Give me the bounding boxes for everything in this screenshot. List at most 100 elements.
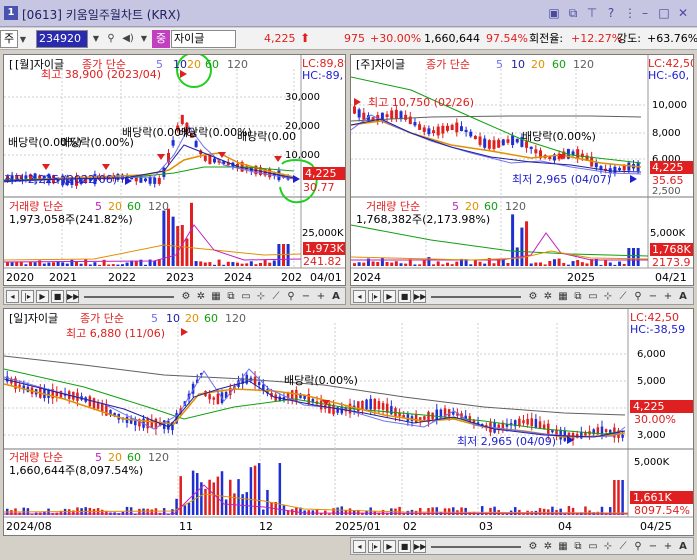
zoom-slider[interactable] — [431, 546, 521, 548]
stop-icon[interactable]: ■ — [398, 290, 411, 303]
volume-bar — [543, 264, 547, 266]
daily-chart-svg[interactable] — [4, 309, 694, 536]
monthly-volume-value: 1,973,058주(241.82%) — [9, 213, 133, 226]
volume-bar — [121, 264, 124, 266]
daily-legend-ma20: 20 — [185, 312, 199, 325]
settings-icon[interactable]: ⚙ — [179, 290, 193, 304]
zoom-icon[interactable]: ⚲ — [631, 540, 645, 554]
play-icon[interactable]: ▶ — [383, 540, 396, 553]
font-icon[interactable]: A — [676, 540, 690, 554]
play-icon[interactable]: ▶ — [383, 290, 396, 303]
candle-body — [518, 418, 521, 426]
font-icon[interactable]: A — [676, 290, 690, 304]
candle-body — [213, 158, 216, 163]
separator-icon: ⋮ — [624, 6, 636, 20]
monthly-chart-svg[interactable] — [4, 55, 346, 286]
monthly-vol-legend-60: 60 — [127, 200, 141, 213]
candle-body — [92, 398, 96, 409]
speaker-dropdown-icon[interactable]: ▼ — [136, 31, 152, 47]
weekly-legend-ma20: 20 — [531, 58, 545, 71]
settings-icon[interactable]: ⚙ — [526, 540, 540, 554]
minimize-icon[interactable]: – — [638, 6, 652, 20]
next-icon[interactable]: ▶▶ — [413, 540, 426, 553]
monthly-vol-box: 1,973K — [303, 242, 345, 255]
window-icon[interactable]: ▭ — [586, 290, 600, 304]
volume-bar — [84, 259, 88, 266]
maximize-icon[interactable]: □ — [657, 6, 671, 20]
restore-icon[interactable]: ▣ — [547, 6, 561, 20]
volume-bar — [233, 493, 236, 515]
tilt-icon[interactable]: ⟋ — [616, 290, 630, 304]
crosshair-icon[interactable]: ⊹ — [601, 290, 615, 304]
stock-name-field[interactable]: 자이글 — [171, 30, 236, 48]
volume-bar — [450, 264, 454, 266]
weekly-chart-svg[interactable] — [351, 55, 694, 286]
next-icon[interactable]: ▶▶ — [413, 290, 426, 303]
pin-icon[interactable]: ⊤ — [585, 6, 599, 20]
gear-icon[interactable]: ✲ — [541, 290, 555, 304]
zoom-icon[interactable]: ⚲ — [284, 290, 298, 304]
zoom-icon[interactable]: ⚲ — [631, 290, 645, 304]
prev-icon[interactable]: |▸ — [21, 290, 34, 303]
volume-bar — [353, 263, 356, 266]
crosshair-icon[interactable]: ⊹ — [254, 290, 268, 304]
scroll-start-icon[interactable]: ◂ — [6, 290, 19, 303]
scroll-start-icon[interactable]: ◂ — [353, 540, 366, 553]
plus-icon[interactable]: + — [661, 290, 675, 304]
stock-code-input[interactable]: 234920 — [36, 30, 88, 48]
copy-icon[interactable]: ⧉ — [566, 6, 580, 20]
volume-bar — [328, 513, 331, 515]
market-select[interactable]: 주 — [0, 30, 18, 48]
zoom-slider[interactable] — [431, 296, 521, 298]
prev-icon[interactable]: |▸ — [368, 290, 381, 303]
window-icon[interactable]: ▭ — [239, 290, 253, 304]
window-icon[interactable]: ▭ — [586, 540, 600, 554]
stop-icon[interactable]: ■ — [51, 290, 64, 303]
plus-icon[interactable]: + — [314, 290, 328, 304]
font-icon[interactable]: A — [329, 290, 343, 304]
table-icon[interactable]: ▦ — [556, 540, 570, 554]
volume-bar — [237, 479, 240, 515]
copy-chart-icon[interactable]: ⧉ — [571, 290, 585, 304]
minus-icon[interactable]: − — [299, 290, 313, 304]
scroll-start-icon[interactable]: ◂ — [353, 290, 366, 303]
volume-bar — [10, 262, 14, 266]
tilt-icon[interactable]: ⟋ — [616, 540, 630, 554]
volume-bar — [427, 508, 430, 515]
stop-icon[interactable]: ■ — [398, 540, 411, 553]
copy-chart-icon[interactable]: ⧉ — [571, 540, 585, 554]
search-icon[interactable]: ⚲ — [103, 31, 119, 47]
copy-chart-icon[interactable]: ⧉ — [224, 290, 238, 304]
weekly-vol-legend-60: 60 — [484, 200, 498, 213]
candle-body — [180, 114, 184, 125]
candle-body — [529, 146, 533, 149]
gear-icon[interactable]: ✲ — [541, 540, 555, 554]
monthly-vol-tick-1: 25,000K — [302, 228, 344, 239]
zoom-slider[interactable] — [84, 296, 174, 298]
gear-icon[interactable]: ✲ — [194, 290, 208, 304]
market-dropdown-icon[interactable]: ▼ — [18, 32, 28, 48]
monthly-high-label: 최고 38,900 (2023/04) — [41, 68, 162, 81]
play-icon[interactable]: ▶ — [36, 290, 49, 303]
minus-icon[interactable]: − — [646, 290, 660, 304]
candle-body — [212, 397, 215, 400]
volume-bar — [295, 507, 298, 515]
table-icon[interactable]: ▦ — [556, 290, 570, 304]
minus-icon[interactable]: − — [646, 540, 660, 554]
speaker-icon[interactable]: ◀) — [120, 31, 136, 47]
volume-bar — [436, 261, 440, 266]
candle-body — [203, 155, 207, 161]
table-icon[interactable]: ▦ — [209, 290, 223, 304]
help-icon[interactable]: ? — [604, 6, 618, 20]
settings-icon[interactable]: ⚙ — [526, 290, 540, 304]
close-icon[interactable]: ✕ — [676, 6, 690, 20]
candle-body — [435, 409, 439, 420]
crosshair-icon[interactable]: ⊹ — [601, 540, 615, 554]
weekly-vol-legend-prefix: 거래량 단순 — [366, 200, 421, 213]
prev-icon[interactable]: |▸ — [368, 540, 381, 553]
code-dropdown-icon[interactable]: ▼ — [88, 31, 104, 47]
tilt-icon[interactable]: ⟋ — [269, 290, 283, 304]
plus-icon[interactable]: + — [661, 540, 675, 554]
volume-bar — [483, 263, 487, 266]
next-icon[interactable]: ▶▶ — [66, 290, 79, 303]
